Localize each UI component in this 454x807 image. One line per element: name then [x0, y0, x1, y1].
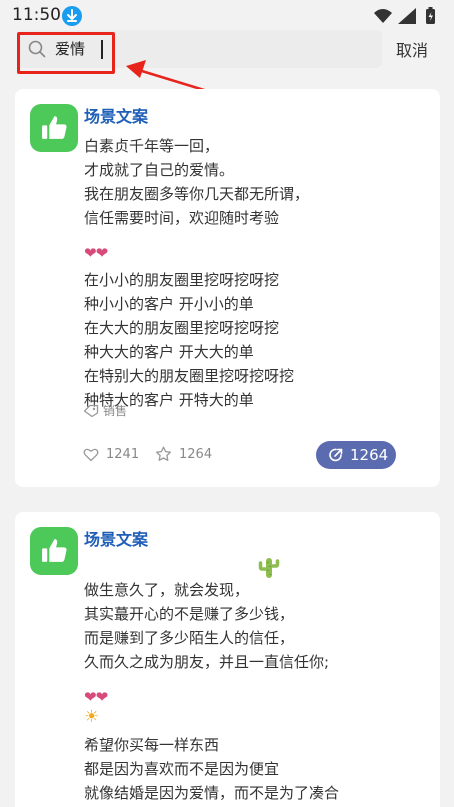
post-line: 白素贞千年等一回，	[84, 137, 220, 155]
post-line: 久而久之成为朋友，并且一直信任你;	[84, 653, 330, 671]
sun-emoji: ☀	[84, 707, 100, 727]
wifi-icon	[374, 9, 392, 23]
hearts-emoji: ❤❤	[84, 688, 108, 706]
share-icon	[329, 448, 343, 462]
post-line: 信任需要时间，欢迎随时考验	[84, 209, 280, 227]
signal-icon	[398, 8, 416, 24]
post-card[interactable]: 场景文案 白素贞千年等一回， 才成就了自己的爱情。 我在朋友圈多等你几天都无所谓…	[15, 89, 440, 487]
post-card[interactable]: 场景文案 做生意久了，就会发现， 其实蕞开心的不是赚了多少钱， 而是赚到了多少陌…	[15, 512, 440, 807]
post-line: 种大大的客户 开大大的单	[84, 343, 254, 361]
download-icon	[62, 6, 82, 26]
post-line: 而是赚到了多少陌生人的信任，	[84, 629, 295, 647]
cancel-button[interactable]: 取消	[396, 37, 428, 61]
battery-icon	[426, 7, 435, 24]
app-name[interactable]: 场景文案	[84, 526, 148, 550]
like-count: 1241	[106, 447, 140, 462]
post-line: 在小小的朋友圈里挖呀挖呀挖	[84, 271, 280, 289]
share-count: 1264	[350, 446, 389, 464]
post-line: 才成就了自己的爱情。	[84, 161, 235, 179]
post-line: 在大大的朋友圈里挖呀挖呀挖	[84, 319, 280, 337]
thumbs-up-icon	[42, 539, 67, 562]
post-line: 希望你买每一样东西	[84, 736, 220, 754]
post-line: 都是因为喜欢而不是因为便宜	[84, 760, 280, 778]
app-avatar	[30, 104, 78, 152]
tag-icon	[83, 404, 99, 418]
status-time: 11:50	[12, 5, 61, 25]
post-line: 在特别大的朋友圈里挖呀挖呀挖	[84, 367, 295, 385]
app-avatar	[30, 527, 78, 575]
status-icons	[374, 7, 435, 24]
cactus-emoji	[258, 558, 280, 578]
post-line: 种小小的客户 开小小的单	[84, 295, 254, 313]
hearts-emoji: ❤❤	[84, 244, 108, 262]
app-name[interactable]: 场景文案	[84, 103, 148, 127]
share-button[interactable]: 1264	[316, 441, 396, 469]
star-outline-icon[interactable]	[155, 446, 172, 462]
post-line: 其实蕞开心的不是赚了多少钱，	[84, 605, 295, 623]
favorite-count: 1264	[179, 447, 213, 462]
post-line: 就像结婚是因为爱情，而不是为了凑合	[84, 784, 340, 802]
heart-outline-icon[interactable]	[83, 447, 99, 462]
tag-label[interactable]: 销售	[103, 402, 127, 419]
post-line: 做生意久了，就会发现，	[84, 581, 250, 599]
thumbs-up-icon	[42, 116, 67, 139]
highlight-box	[17, 32, 115, 74]
post-line: 我在朋友圈多等你几天都无所谓，	[84, 185, 310, 203]
